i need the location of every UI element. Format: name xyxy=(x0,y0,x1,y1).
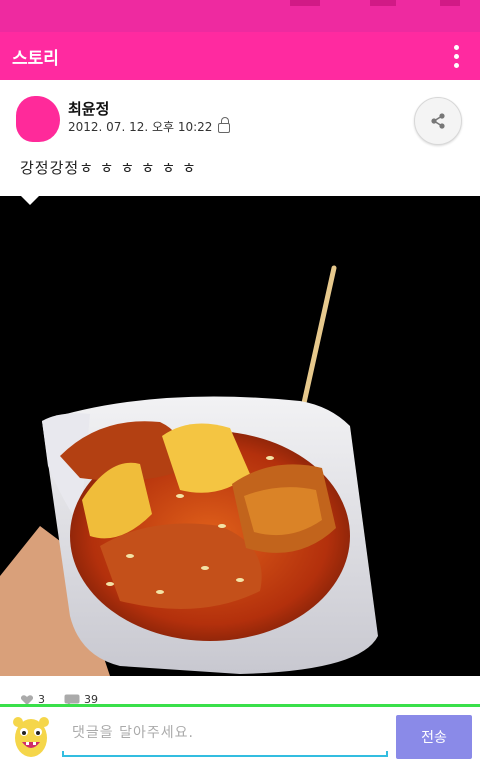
avatar[interactable] xyxy=(16,96,60,142)
lock-icon xyxy=(218,117,231,133)
status-blot xyxy=(440,0,460,6)
post-photo[interactable] xyxy=(0,196,480,676)
post-date: 2012. 07. 12. 오후 10:22 xyxy=(68,120,213,134)
post-text: 강정강정ㅎ ㅎ ㅎ ㅎ ㅎ ㅎ xyxy=(20,159,197,177)
app-bar: 스토리 xyxy=(0,32,480,80)
author-name[interactable]: 최윤정 xyxy=(68,98,109,119)
status-blot xyxy=(370,0,396,6)
share-button[interactable] xyxy=(414,97,462,145)
overflow-menu-icon[interactable] xyxy=(444,36,468,76)
food-photo-image xyxy=(0,265,378,676)
status-blot xyxy=(290,0,320,6)
comment-input-underline xyxy=(62,751,388,757)
post-meta: 2012. 07. 12. 오후 10:22 xyxy=(68,117,231,135)
mascot-icon xyxy=(13,717,49,757)
share-icon xyxy=(431,113,445,129)
comment-input[interactable]: 댓글을 달아주세요. xyxy=(72,722,194,742)
status-bar xyxy=(0,0,480,32)
send-button[interactable]: 전송 xyxy=(396,715,472,759)
photo-pointer xyxy=(20,195,40,205)
app-title: 스토리 xyxy=(12,48,59,69)
